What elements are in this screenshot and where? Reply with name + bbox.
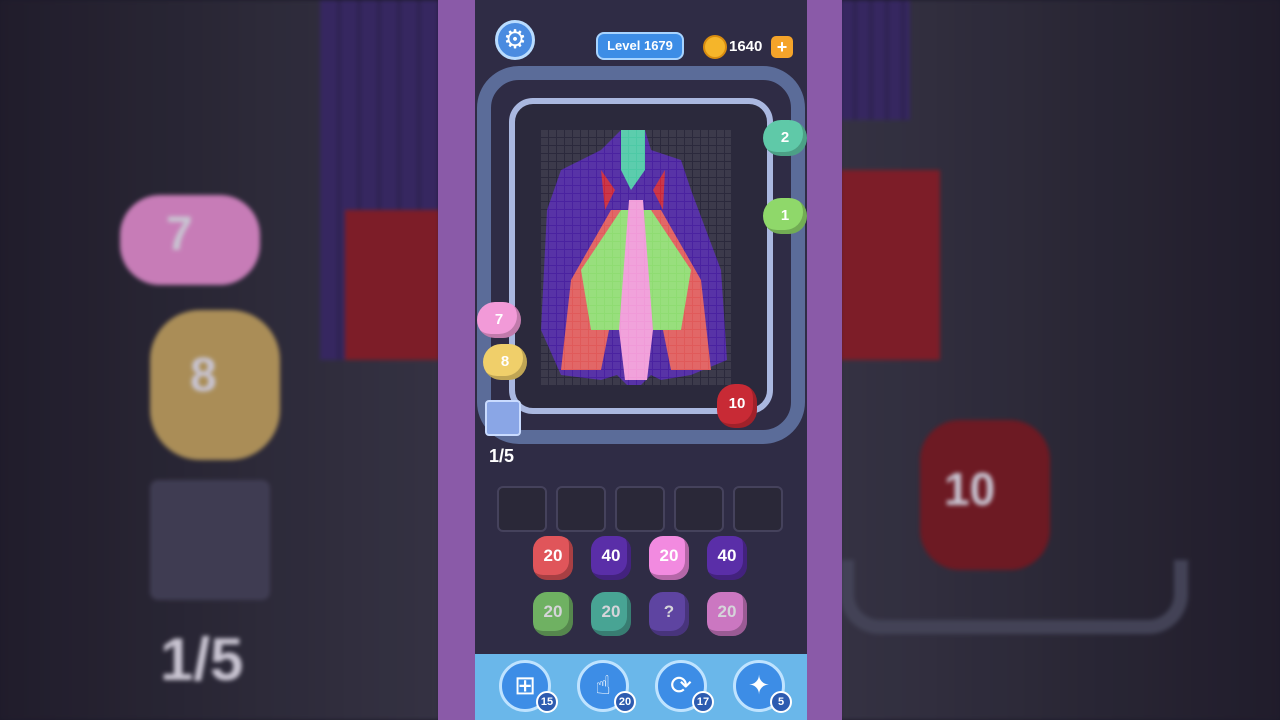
bg-slot — [150, 480, 270, 600]
bg-track — [840, 560, 1188, 634]
coin-counter: 1640 + — [703, 32, 797, 62]
queue-pig[interactable]: 20 — [533, 536, 573, 580]
queue-pig[interactable]: 20 — [649, 536, 689, 580]
holding-slot[interactable] — [615, 486, 665, 532]
queue-pig: 20 — [591, 592, 631, 636]
booster-count: 5 — [770, 691, 792, 713]
queue-pig-label: 40 — [601, 546, 621, 565]
holding-slot[interactable] — [497, 486, 547, 532]
track-pig-teal[interactable]: 2 — [763, 120, 807, 156]
track-pig-green[interactable]: 1 — [763, 198, 807, 234]
booster-shuffle-button[interactable]: ⟳ 17 — [655, 660, 714, 713]
track-pig-red[interactable]: 10 — [717, 384, 757, 428]
holding-slot[interactable] — [674, 486, 724, 532]
booster-magnet-button[interactable]: ✦ 5 — [733, 660, 792, 713]
coin-value: 1640 — [729, 38, 763, 55]
bg-pig-pink: 7 — [120, 195, 260, 285]
track-pig-red-label: 10 — [728, 395, 746, 412]
dispenser-box — [485, 400, 521, 436]
queue-pig-label: 20 — [659, 546, 679, 565]
queue-pig-label: 20 — [543, 602, 563, 621]
level-badge: Level 1679 — [596, 32, 684, 60]
booster-add-slot-button[interactable]: ⊞ 15 — [499, 660, 558, 713]
track-pig-gold[interactable]: 8 — [483, 344, 527, 380]
track-progress: 1/5 — [489, 446, 515, 466]
shuffle-icon: ⟳ — [670, 671, 692, 701]
booster-pick-button[interactable]: ☝ 20 — [577, 660, 636, 713]
queue-pig-hidden: ? — [649, 592, 689, 636]
add-coins-button[interactable]: + — [771, 36, 793, 58]
queue-pig-label: 20 — [543, 546, 563, 565]
coin-icon — [703, 35, 727, 59]
queue-pig-label: 20 — [717, 602, 737, 621]
queue-pig[interactable]: 40 — [591, 536, 631, 580]
add-box-icon: ⊞ — [514, 671, 536, 701]
queue-pig: 20 — [707, 592, 747, 636]
bg-progress: 1/5 — [160, 626, 244, 693]
booster-count: 15 — [536, 691, 558, 713]
queue-pig-label: 20 — [601, 602, 621, 621]
hand-tap-icon: ☝ — [595, 671, 611, 701]
pixel-art-rocket — [541, 130, 731, 385]
bg-pig-red-label: 10 — [944, 463, 996, 515]
bg-art-red — [345, 210, 440, 360]
track-pig-teal-label: 2 — [780, 129, 790, 146]
track-pig-gold-label: 8 — [500, 353, 510, 370]
booster-count: 20 — [614, 691, 636, 713]
game-screen: ⚙ Level 1679 1640 + 2 1 7 8 10 1/5 20 40… — [475, 0, 807, 720]
bg-art-right — [840, 0, 910, 120]
queue-pig-label: 40 — [717, 546, 737, 565]
background-right: 10 — [840, 0, 1280, 720]
settings-gear-icon[interactable]: ⚙ — [495, 20, 535, 60]
top-bar: ⚙ Level 1679 1640 + — [475, 18, 807, 62]
queue-pig: 20 — [533, 592, 573, 636]
holding-slot[interactable] — [733, 486, 783, 532]
background-left: 7 8 1/5 — [0, 0, 440, 720]
queue-pig-label: ? — [663, 602, 675, 621]
holding-slot[interactable] — [556, 486, 606, 532]
magnet-icon: ✦ — [748, 671, 770, 701]
queue-pig[interactable]: 40 — [707, 536, 747, 580]
bg-pig-red: 10 — [920, 420, 1050, 570]
holding-slots — [497, 486, 787, 534]
bg-pig-gold: 8 — [150, 310, 280, 460]
track-pig-pink-label: 7 — [494, 311, 504, 328]
track-pig-green-label: 1 — [780, 207, 790, 224]
bg-pig-gold-label: 8 — [190, 349, 217, 402]
bg-pig-pink-label: 7 — [166, 208, 193, 261]
booster-bar: ⊞ 15 ☝ 20 ⟳ 17 ✦ 5 — [475, 654, 807, 720]
track-pig-pink[interactable]: 7 — [477, 302, 521, 338]
bg-art-right-red — [840, 170, 940, 360]
booster-count: 17 — [692, 691, 714, 713]
